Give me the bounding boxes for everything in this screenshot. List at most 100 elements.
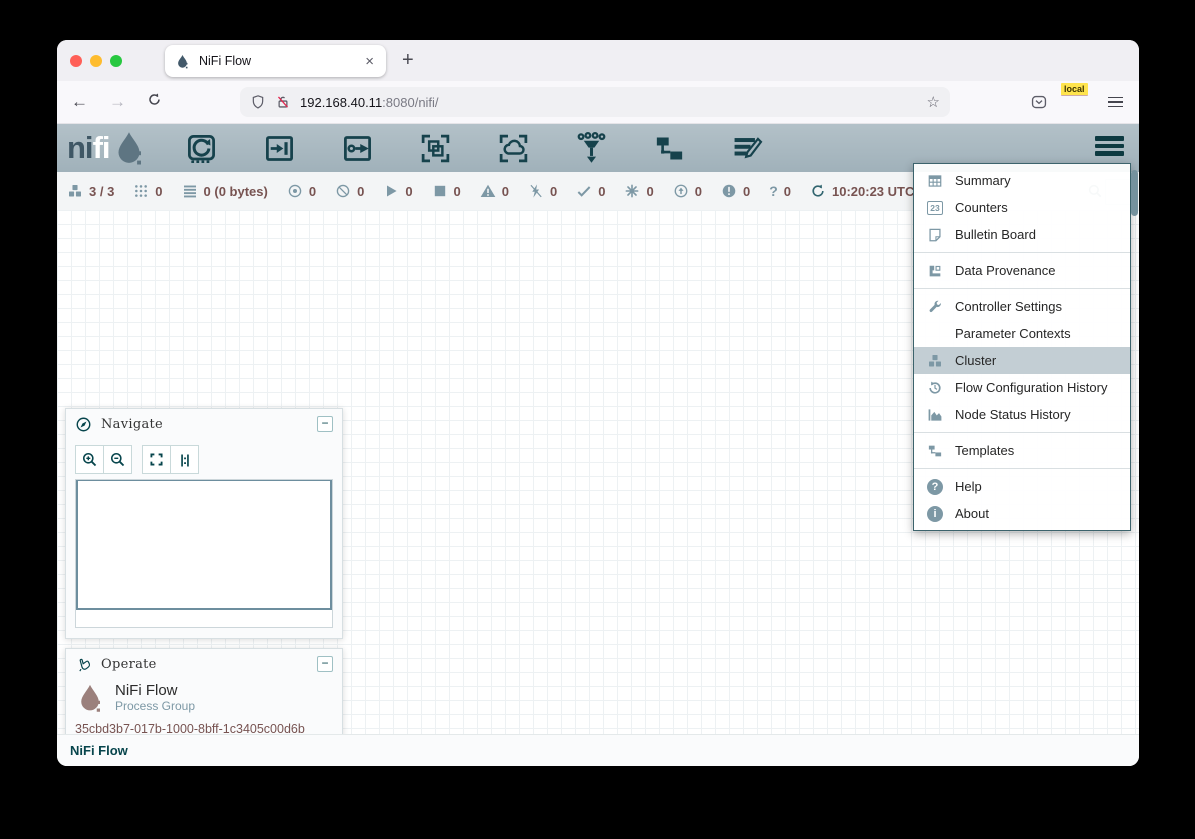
locally-modified-stale-count: 0 [743,184,750,199]
zoom-out-button[interactable] [103,445,132,474]
cluster-icon [67,183,83,199]
help-icon: ? [927,479,943,495]
stale-count: 0 [695,184,702,199]
templates-icon [927,443,943,459]
locally-modified-icon [624,183,640,199]
tab-close-icon[interactable]: × [363,54,376,69]
sync-failure-icon: ? [769,183,778,199]
stopped-icon [432,183,448,199]
zoom-fit-button[interactable] [142,445,171,474]
menu-item-help[interactable]: ?Help [914,473,1130,500]
last-refresh-time: 10:20:23 UTC [832,184,914,199]
menu-item-controller-settings[interactable]: Controller Settings [914,293,1130,320]
output-port-component-icon[interactable] [341,132,374,165]
summary-table-icon [927,173,943,189]
menu-divider [914,432,1130,433]
collapse-navigate-button[interactable]: − [317,416,333,432]
counters-icon: 23 [927,201,942,215]
bulletin-note-icon [927,227,943,243]
provenance-icon [927,263,943,279]
not-transmitting-icon [335,183,351,199]
menu-item-summary[interactable]: Summary [914,167,1130,194]
process-group-component-icon[interactable] [419,132,452,165]
running-count: 0 [405,184,412,199]
close-window-button[interactable] [70,55,82,67]
refresh-icon[interactable] [810,183,826,199]
logo-text-fi: fi [93,133,110,163]
operate-glove-icon [73,654,94,675]
breadcrumb: NiFi Flow [57,734,1139,766]
transmitting-count: 0 [309,184,316,199]
template-component-icon[interactable] [653,132,686,165]
new-tab-button[interactable]: + [402,48,414,72]
pocket-icon[interactable] [1030,93,1048,111]
menu-item-data-provenance[interactable]: Data Provenance [914,257,1130,284]
invalid-count: 0 [502,184,509,199]
processor-component-icon[interactable] [185,132,218,165]
zoom-in-icon [81,451,98,468]
zoom-window-button[interactable] [110,55,122,67]
url-bar[interactable]: 192.168.40.11:8080/nifi/ ☆ [240,87,950,117]
zoom-in-button[interactable] [75,445,104,474]
container-label: local [1061,83,1088,96]
birdseye-map[interactable] [76,480,332,610]
locally-modified-count: 0 [646,184,653,199]
zoom-actual-size-button[interactable]: |:| [170,445,199,474]
menu-item-bulletin-board[interactable]: Bulletin Board [914,221,1130,248]
browser-tab[interactable]: NiFi Flow × [165,45,386,77]
nifi-logo: nifi [67,130,147,166]
collapse-operate-button[interactable]: − [317,656,333,672]
menu-divider [914,252,1130,253]
url-host: 192.168.40.11 [300,95,382,110]
menu-item-about[interactable]: iAbout [914,500,1130,527]
minimize-window-button[interactable] [90,55,102,67]
active-threads-icon [133,183,149,199]
bookmark-star-icon[interactable]: ☆ [927,93,940,111]
queued-icon [182,183,198,199]
screenshot-stage: NiFi Flow × + ← → 192.168.40.11:8080/nif… [0,0,1195,839]
input-port-component-icon[interactable] [263,132,296,165]
funnel-component-icon[interactable] [575,132,608,165]
area-chart-icon [927,407,943,423]
zoom-out-icon [109,451,126,468]
menu-divider [914,288,1130,289]
tracking-protection-shield-icon[interactable] [250,94,266,110]
sync-failure-count: 0 [784,184,791,199]
menu-item-flow-configuration-history[interactable]: Flow Configuration History [914,374,1130,401]
navigate-palette: Navigate − |:| [65,408,343,639]
history-icon [927,380,943,396]
back-button[interactable]: ← [71,92,88,112]
global-menu: Summary 23Counters Bulletin Board Data P… [913,163,1131,531]
menu-item-templates[interactable]: Templates [914,437,1130,464]
process-group-drop-icon [75,681,105,715]
locally-modified-stale-icon [721,183,737,199]
browser-tab-bar: NiFi Flow × + [57,40,1139,81]
browser-toolbar: ← → 192.168.40.11:8080/nifi/ ☆ local [57,81,1139,124]
insecure-lock-icon[interactable] [275,94,291,110]
profile-avatar[interactable]: local [1067,91,1089,113]
disabled-count: 0 [550,184,557,199]
running-icon [383,183,399,199]
menu-item-cluster[interactable]: Cluster [914,347,1130,374]
navigate-title: Navigate [101,417,308,432]
scrollbar-thumb[interactable] [1131,170,1138,216]
menu-item-counters[interactable]: 23Counters [914,194,1130,221]
not-transmitting-count: 0 [357,184,364,199]
selected-component-type: Process Group [115,699,195,714]
menu-divider [914,468,1130,469]
menu-item-node-status-history[interactable]: Node Status History [914,401,1130,428]
url-path: :8080/nifi/ [382,95,438,110]
global-menu-button[interactable] [1095,136,1124,156]
firefox-menu-icon[interactable] [1108,97,1123,108]
label-component-icon[interactable] [731,132,764,165]
info-icon: i [927,506,943,522]
reload-button[interactable] [147,92,162,112]
compass-icon [75,416,92,433]
menu-item-parameter-contexts[interactable]: Parameter Contexts [914,320,1130,347]
breadcrumb-root[interactable]: NiFi Flow [70,743,128,758]
remote-process-group-component-icon[interactable] [497,132,530,165]
forward-button[interactable]: → [109,92,126,112]
transmitting-icon [287,183,303,199]
stale-icon [673,183,689,199]
active-threads-count: 0 [155,184,162,199]
